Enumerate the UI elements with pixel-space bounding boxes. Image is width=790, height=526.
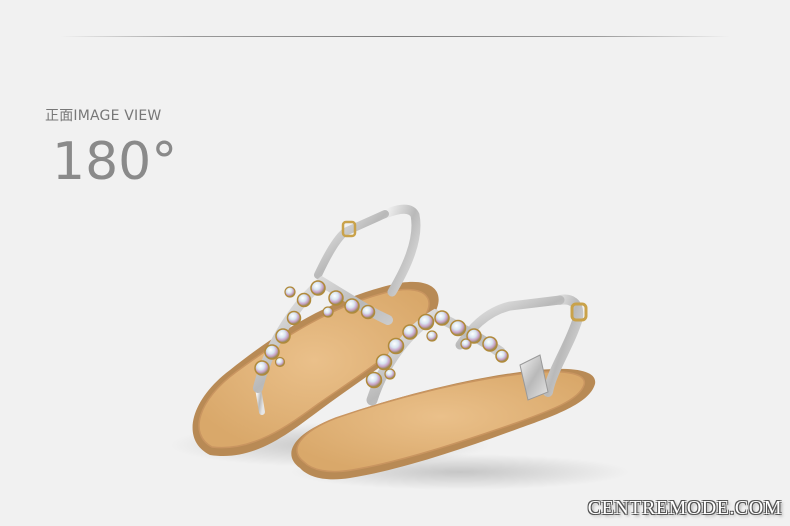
sandals-photo: [170, 204, 630, 490]
watermark-text: CENTREMODE.COM: [587, 497, 782, 519]
